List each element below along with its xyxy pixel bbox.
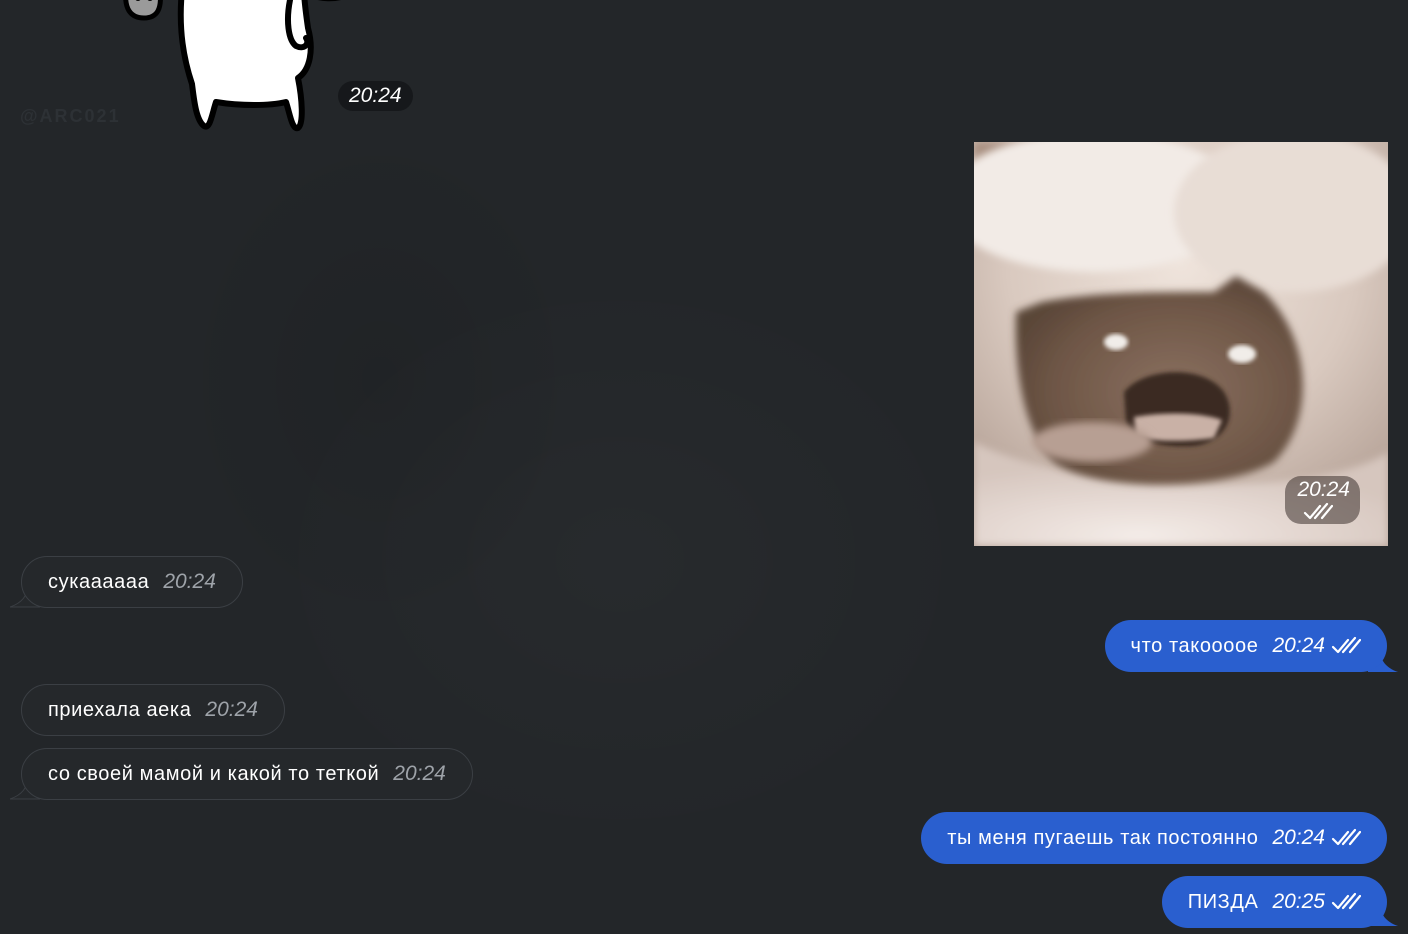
message-text: что такоооое bbox=[1130, 634, 1259, 657]
message-time: 20:24 bbox=[205, 698, 258, 721]
incoming-message[interactable]: приехала аека 20:24 bbox=[21, 684, 285, 736]
message-time: 20:24 bbox=[163, 570, 216, 593]
double-check-icon bbox=[1331, 636, 1361, 654]
sticker-message[interactable] bbox=[100, 0, 360, 140]
message-text: ПИЗДА bbox=[1187, 890, 1259, 913]
message-time: 20:25 bbox=[1272, 890, 1325, 913]
message-text: ты меня пугаешь так постоянно bbox=[947, 826, 1259, 849]
chat-area: @ARC021 20:24 20:24 сукаааааа 20:24 что … bbox=[0, 0, 1408, 934]
outgoing-message[interactable]: что такоооое 20:24 bbox=[1104, 620, 1387, 672]
photo-message[interactable]: 20:24 bbox=[974, 142, 1388, 546]
incoming-message[interactable]: со своей мамой и какой то теткой 20:24 bbox=[21, 748, 473, 800]
sticker-timestamp: 20:24 bbox=[338, 81, 413, 111]
incoming-message[interactable]: сукаааааа 20:24 bbox=[21, 556, 243, 608]
double-check-icon bbox=[1304, 502, 1334, 520]
message-time: 20:24 bbox=[1272, 634, 1325, 657]
message-text: со своей мамой и какой то теткой bbox=[48, 762, 380, 785]
message-time: 20:24 bbox=[393, 762, 446, 785]
photo-time-text: 20:24 bbox=[1297, 478, 1350, 501]
message-text: приехала аека bbox=[48, 698, 192, 721]
message-text: сукаааааа bbox=[48, 570, 150, 593]
message-time: 20:24 bbox=[1272, 826, 1325, 849]
outgoing-message[interactable]: ПИЗДА 20:25 bbox=[1161, 876, 1387, 928]
cartoon-sticker-image bbox=[123, 0, 341, 132]
photo-timestamp: 20:24 bbox=[1285, 476, 1360, 524]
double-check-icon bbox=[1331, 828, 1361, 846]
outgoing-message[interactable]: ты меня пугаешь так постоянно 20:24 bbox=[921, 812, 1387, 864]
double-check-icon bbox=[1331, 892, 1361, 910]
